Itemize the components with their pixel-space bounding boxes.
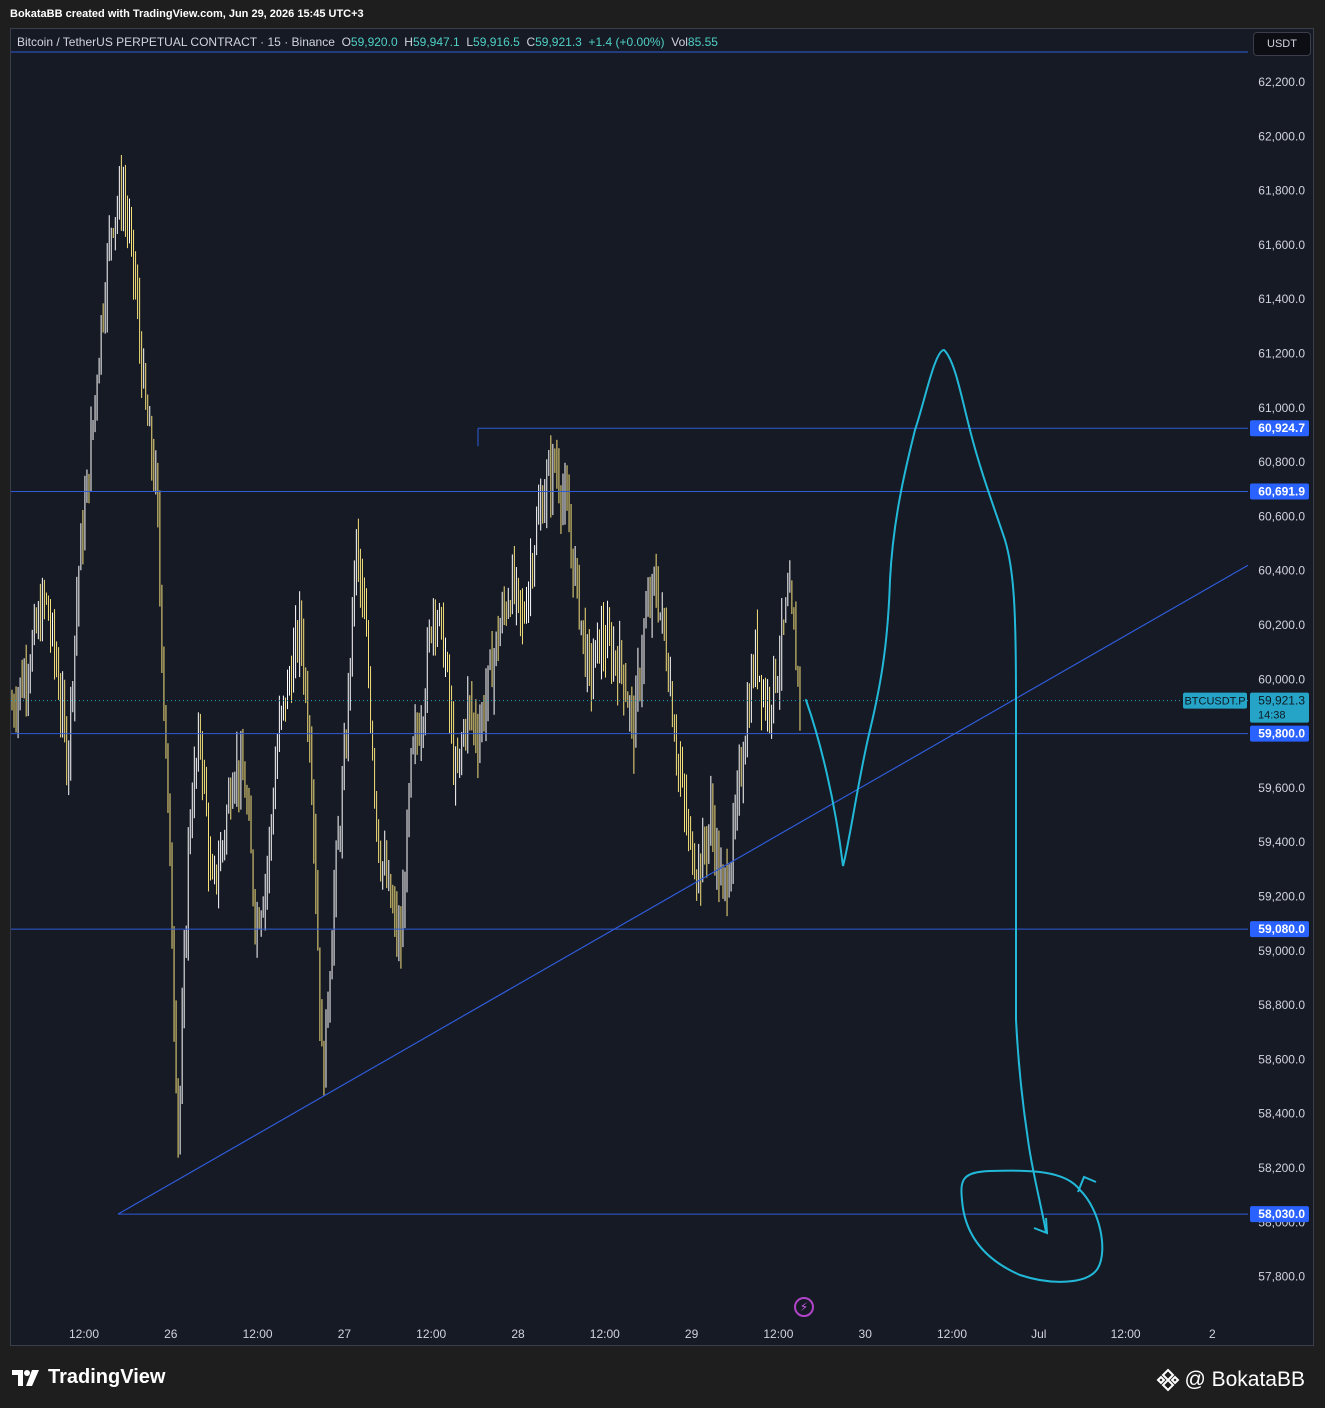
x-tick-label: 28 (511, 1327, 525, 1341)
low-value: 59,916.5 (473, 35, 520, 49)
y-tick-label: 59,000.0 (1258, 944, 1305, 958)
y-tick-label: 58,400.0 (1258, 1107, 1305, 1121)
target-circle (960, 1169, 1104, 1283)
current-price-text: 59,921.3 (1258, 694, 1305, 708)
y-tick-label: 58,600.0 (1258, 1052, 1305, 1066)
y-tick-label: 59,200.0 (1258, 890, 1305, 904)
symbol-tag-text: BTCUSDT.P (1184, 696, 1245, 708)
drawing-layer (805, 348, 1104, 1283)
author-handle: @ BokataBB (1156, 1368, 1305, 1392)
y-tick-label: 58,800.0 (1258, 998, 1305, 1012)
y-tick-label: 58,200.0 (1258, 1161, 1305, 1175)
y-tick-label: 59,600.0 (1258, 781, 1305, 795)
price-labels-layer: 60,924.7 60,691.9 59,800.0 59,080.0 58,030.0… (1183, 420, 1309, 1223)
lightning-icon[interactable]: ⚡ (794, 1297, 814, 1317)
ohlc-legend: Bitcoin / TetherUS PERPETUAL CONTRACT · … (17, 35, 718, 49)
y-tick-label: 59,400.0 (1258, 835, 1305, 849)
y-tick-label: 62,200.0 (1258, 75, 1305, 89)
y-tick-label: 61,400.0 (1258, 292, 1305, 306)
x-tick-label: 26 (164, 1327, 178, 1341)
brand-name: TradingView (48, 1366, 166, 1388)
high-value: 59,947.1 (412, 35, 460, 49)
close-value: 59,921.3 (535, 35, 582, 49)
volume-value: 85.55 (687, 35, 718, 49)
price-chart[interactable]: 62,200.0 62,000.0 61,800.0 61,600.0 61,400.0… (0, 0, 1325, 1350)
currency-button[interactable]: USDT (1253, 32, 1311, 56)
x-tick-label: 12:00 (416, 1327, 446, 1341)
x-tick-label: 27 (338, 1327, 352, 1341)
binance-icon (1157, 1368, 1180, 1392)
y-tick-label: 61,200.0 (1258, 347, 1305, 361)
high-label: H (404, 35, 413, 49)
level-price-text: 60,691.9 (1258, 484, 1305, 498)
x-tick-label: 12:00 (1111, 1327, 1141, 1341)
change-value: +1.4 (+0.00%) (588, 35, 665, 49)
trendline (117, 564, 1249, 1215)
level-price-text: 58,030.0 (1258, 1207, 1305, 1221)
open-label: O (341, 35, 351, 49)
y-tick-label: 60,400.0 (1258, 564, 1305, 578)
open-value: 59,920.0 (350, 35, 398, 49)
axis-layer: 62,200.0 62,000.0 61,800.0 61,600.0 61,400.0… (69, 75, 1305, 1341)
x-tick-label: 12:00 (590, 1327, 620, 1341)
close-label: C (526, 35, 536, 49)
level-price-text: 60,924.7 (1258, 421, 1305, 435)
y-tick-label: 60,200.0 (1258, 618, 1305, 632)
y-tick-label: 62,000.0 (1258, 129, 1305, 143)
candles-layer (11, 154, 801, 1158)
level-price-text: 59,080.0 (1258, 922, 1305, 936)
x-tick-label: 12:00 (763, 1327, 793, 1341)
countdown-text: 14:38 (1258, 710, 1286, 722)
x-tick-label: 29 (685, 1327, 699, 1341)
footer (0, 1350, 1325, 1408)
x-tick-label: 30 (859, 1327, 873, 1341)
x-tick-label: 12:00 (937, 1327, 967, 1341)
tradingview-icon (12, 1369, 39, 1386)
y-tick-label: 60,000.0 (1258, 672, 1305, 686)
symbol-description[interactable]: Bitcoin / TetherUS PERPETUAL CONTRACT · … (17, 35, 335, 49)
y-tick-label: 61,800.0 (1258, 184, 1305, 198)
volume-label: Vol (671, 35, 688, 49)
y-tick-label: 61,600.0 (1258, 238, 1305, 252)
x-tick-label: 12:00 (69, 1327, 99, 1341)
handle-text: @ BokataBB (1184, 1368, 1305, 1391)
x-tick-label: Jul (1031, 1327, 1046, 1341)
x-tick-label: 12:00 (243, 1327, 273, 1341)
projection-path (805, 348, 1047, 1233)
level-price-text: 59,800.0 (1258, 727, 1305, 741)
tradingview-logo: TradingView (12, 1366, 165, 1389)
x-tick-label: 2 (1209, 1327, 1216, 1341)
y-tick-label: 57,800.0 (1258, 1270, 1305, 1284)
y-tick-label: 60,600.0 (1258, 509, 1305, 523)
y-tick-label: 60,800.0 (1258, 455, 1305, 469)
levels-layer (11, 427, 1249, 1215)
y-tick-label: 61,000.0 (1258, 401, 1305, 415)
